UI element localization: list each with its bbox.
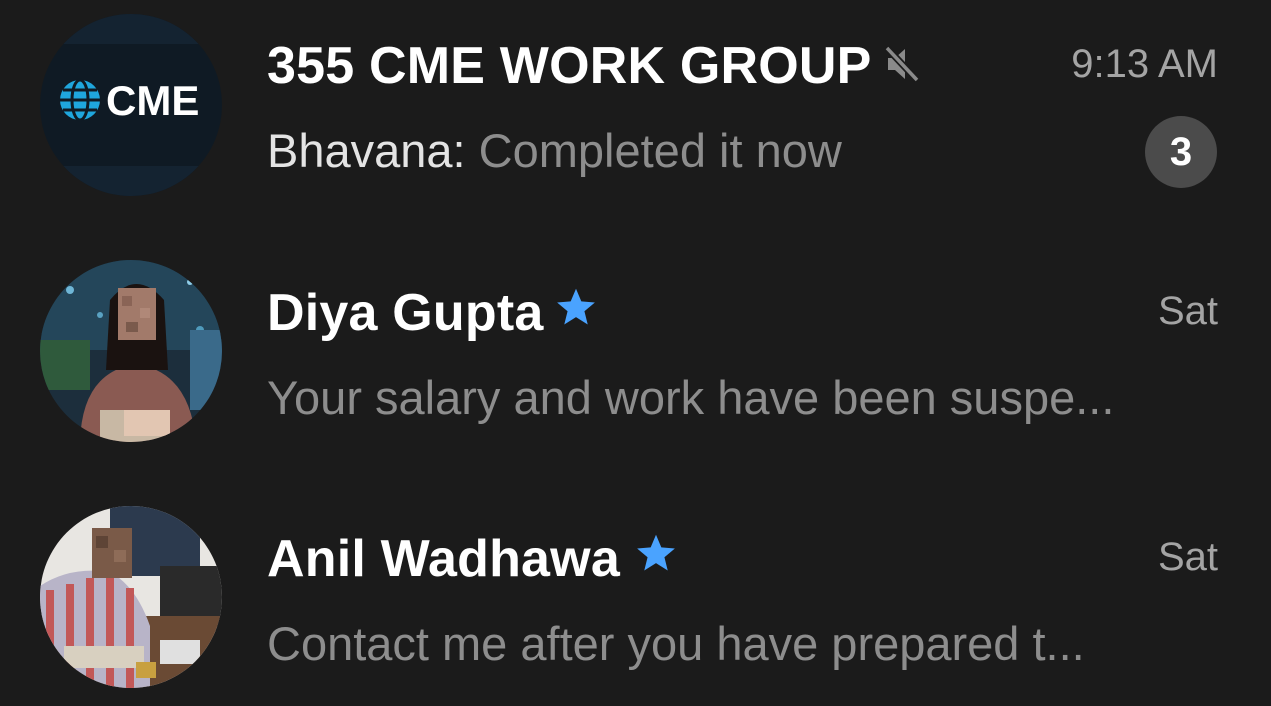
avatar[interactable] [40, 506, 222, 688]
star-icon [557, 288, 595, 325]
chat-row-cme-work-group[interactable]: CME 355 CME WORK GROUP 9:13 AM Bhavana: … [0, 0, 1271, 246]
chat-list: CME 355 CME WORK GROUP 9:13 AM Bhavana: … [0, 0, 1271, 706]
chat-time: Sat [1157, 535, 1218, 579]
chat-name: Diya Gupta [267, 284, 544, 342]
unread-badge: 3 [1145, 116, 1217, 188]
mute-icon [884, 45, 920, 83]
star-icon [637, 534, 675, 571]
globe-icon [60, 78, 100, 122]
chat-time: 9:13 AM [1071, 42, 1218, 86]
chat-row-diya-gupta[interactable]: Diya Gupta Sat Your salary and work have… [0, 246, 1271, 492]
chat-row-anil-wadhawa[interactable]: Anil Wadhawa Sat Contact me after you ha… [0, 492, 1271, 706]
cme-logo: CME [40, 14, 222, 196]
sender-name: Bhavana: [267, 124, 466, 177]
profile-photo [40, 506, 222, 688]
chat-preview: Contact me after you have prepared t... [267, 617, 1085, 670]
chat-name: 355 CME WORK GROUP [267, 37, 872, 95]
group-avatar[interactable]: CME [40, 14, 222, 196]
chat-name: Anil Wadhawa [267, 530, 620, 588]
chat-preview: Bhavana: Completed it now [267, 123, 842, 178]
chat-time: Sat [1157, 289, 1218, 333]
profile-photo [40, 260, 222, 442]
preview-text: Completed it now [478, 124, 842, 177]
chat-preview: Your salary and work have been suspe... [267, 371, 1115, 424]
logo-text: CME [106, 77, 199, 124]
avatar[interactable] [40, 260, 222, 442]
